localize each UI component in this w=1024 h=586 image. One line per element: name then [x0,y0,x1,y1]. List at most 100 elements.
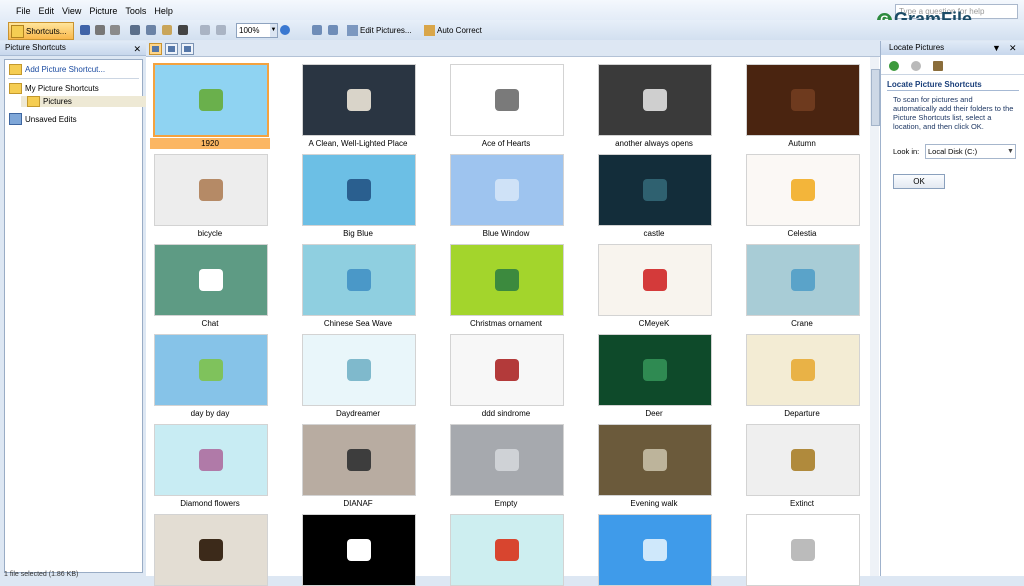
help-icon[interactable] [280,25,290,35]
thumbnail-image[interactable] [450,334,564,406]
thumbnails-view-button[interactable] [149,43,162,55]
filmstrip-view-button[interactable] [165,43,178,55]
close-icon[interactable]: ✕ [1009,43,1017,54]
thumbnail-image[interactable] [598,64,712,136]
thumbnail-image[interactable] [302,244,416,316]
thumbnail-image[interactable] [302,424,416,496]
thumbnail-image[interactable] [746,334,860,406]
thumbnail-label: DIANAF [343,499,373,508]
rotate-right-icon[interactable] [328,25,338,35]
zoom-select[interactable]: 100% ▼ [236,23,278,38]
thumbnail-motif [495,449,519,471]
cut-icon[interactable] [130,25,140,35]
copy-icon[interactable] [146,25,156,35]
email-icon[interactable] [110,25,120,35]
thumbnail-image[interactable] [598,334,712,406]
thumbnail-motif [495,539,519,561]
thumbnail-label: Big Blue [343,229,373,238]
menu-file[interactable]: File [12,0,35,16]
thumbnail-label: CMeyeK [638,319,670,328]
thumbnail-label: Christmas ornament [469,319,543,328]
vertical-scrollbar[interactable] [870,57,880,576]
auto-correct-button[interactable]: Auto Correct [424,22,482,38]
scrollbar-thumb[interactable] [871,69,880,126]
thumbnail-image[interactable] [598,424,712,496]
thumbnail-motif [643,539,667,561]
folder-icon [9,83,22,94]
save-icon[interactable] [80,25,90,35]
shortcuts-button[interactable]: Shortcuts... [8,22,74,40]
thumbnail-image[interactable] [746,424,860,496]
thumbnail-image[interactable] [302,334,416,406]
close-icon[interactable]: ✕ [133,42,141,56]
thumbnail-image[interactable] [746,514,860,586]
thumbnail-motif [495,179,519,201]
single-view-button[interactable] [181,43,194,55]
tree-item-unsaved-edits[interactable]: Unsaved Edits [9,113,77,125]
thumbnail-label: Diamond flowers [180,499,240,508]
menu-picture[interactable]: Picture [85,0,121,16]
thumbnail-image[interactable] [450,154,564,226]
thumbnail-image[interactable] [450,244,564,316]
thumbnail-image[interactable] [154,154,268,226]
thumbnail-image[interactable] [598,514,712,586]
thumbnail-image[interactable] [450,424,564,496]
home-icon[interactable] [933,61,943,71]
thumbnail-image[interactable] [598,244,712,316]
thumbnail-label: Celestia [787,229,817,238]
tree-item-pictures[interactable]: Pictures [21,96,146,107]
delete-icon[interactable] [178,25,188,35]
thumbnail-motif [495,89,519,111]
thumbnail-image[interactable] [153,63,269,137]
pane-menu-chevron-icon[interactable]: ▼ [992,43,1001,53]
thumbnail-image[interactable] [746,64,860,136]
thumbnail-image[interactable] [302,64,416,136]
look-in-select[interactable]: Local Disk (C:) ▼ [925,144,1016,159]
thumbnail-image[interactable] [154,244,268,316]
thumbnail-motif [643,449,667,471]
thumbnail-motif [199,359,223,381]
rotate-left-icon[interactable] [312,25,322,35]
thumbnail-label: Deer [645,409,663,418]
thumbnail-image[interactable] [154,514,268,586]
divider [8,78,139,79]
thumbnail-motif [347,269,371,291]
thumbnail-image[interactable] [746,154,860,226]
thumbnail-label: another always opens [615,139,693,148]
menu-help[interactable]: Help [150,0,177,16]
thumbnail-image[interactable] [154,424,268,496]
edit-pictures-button[interactable]: Edit Pictures... [347,22,412,38]
print-icon[interactable] [95,25,105,35]
thumbnail-image[interactable] [450,514,564,586]
thumbnail-label: castle [643,229,665,238]
thumbnail-image[interactable] [302,154,416,226]
ok-button[interactable]: OK [893,174,945,189]
thumbnail-label: ddd sindrome [481,409,531,418]
thumbnail-image[interactable] [154,334,268,406]
thumbnail-image[interactable] [302,514,416,586]
tree-item-my-picture-shortcuts[interactable]: My Picture Shortcuts [9,83,99,94]
thumbnail-motif [199,449,223,471]
thumbnail-label: Autumn [788,139,816,148]
pane-nav-bar [881,58,1024,75]
thumbnail-label: Empty [494,499,518,508]
add-picture-shortcut-link[interactable]: Add Picture Shortcut... [9,64,105,75]
menu-tools[interactable]: Tools [121,0,150,16]
thumbnail-motif [791,179,815,201]
look-in-label: Look in: [893,147,920,156]
forward-icon[interactable] [911,61,921,71]
menu-view[interactable]: View [58,0,85,16]
thumbnail-image[interactable] [598,154,712,226]
thumbnail-label: day by day [190,409,230,418]
undo-icon[interactable] [200,25,210,35]
thumbnail-motif [791,359,815,381]
back-icon[interactable] [889,61,899,71]
thumbnail-image[interactable] [450,64,564,136]
menu-edit[interactable]: Edit [35,0,59,16]
redo-icon[interactable] [216,25,226,35]
thumbnail-image[interactable] [746,244,860,316]
thumbnail-motif [347,359,371,381]
thumbnail-motif [347,539,371,561]
paste-icon[interactable] [162,25,172,35]
thumbnail-motif [199,269,223,291]
